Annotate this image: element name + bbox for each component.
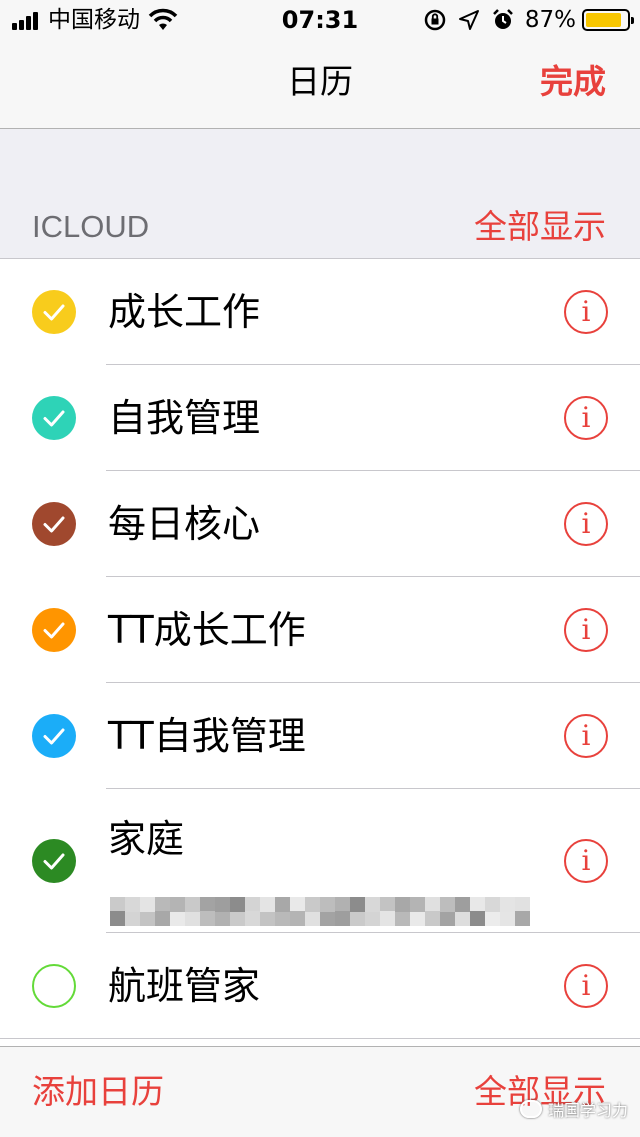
- calendar-row[interactable]: 成长工作 i: [0, 259, 640, 365]
- calendar-row[interactable]: 自我管理 i: [0, 365, 640, 471]
- calendar-name: TT成长工作: [108, 608, 306, 652]
- calendar-name: 每日核心: [108, 502, 261, 546]
- info-icon[interactable]: i: [564, 839, 608, 883]
- calendar-checkmark-icon[interactable]: [32, 290, 76, 334]
- calendar-row[interactable]: TT自我管理 i: [0, 683, 640, 789]
- battery-icon: [582, 9, 634, 31]
- watermark-text: 瑞国学习力: [547, 1101, 628, 1120]
- done-button[interactable]: 完成: [540, 62, 606, 102]
- calendar-checkmark-icon[interactable]: [32, 396, 76, 440]
- alarm-icon: [492, 9, 513, 29]
- bottom-toolbar: 添加日历 全部显示 瑞国学习力: [0, 1046, 640, 1137]
- location-arrow-icon: [458, 10, 479, 30]
- battery-level: [586, 13, 621, 27]
- calendar-name: 成长工作: [108, 290, 261, 334]
- info-icon[interactable]: i: [564, 714, 608, 758]
- status-right: 87%: [423, 7, 634, 33]
- calendar-name: TT自我管理: [108, 714, 306, 758]
- calendar-name: 航班管家: [108, 964, 261, 1008]
- navigation-bar: 日历 完成: [0, 40, 640, 129]
- info-icon[interactable]: i: [564, 290, 608, 334]
- info-icon[interactable]: i: [564, 608, 608, 652]
- calendar-list: 成长工作 i 自我管理 i 每日核心 i TT成长工作 i TT自我管理 i 家庭 i 航班管家 i: [0, 259, 640, 1039]
- orientation-lock-icon: [424, 9, 446, 31]
- battery-percentage: 87%: [524, 7, 576, 33]
- section-show-all-button[interactable]: 全部显示: [474, 206, 606, 248]
- calendar-unchecked-circle-icon[interactable]: [32, 964, 76, 1008]
- add-calendar-button[interactable]: 添加日历: [32, 1071, 164, 1113]
- calendar-name: 自我管理: [108, 396, 261, 440]
- blurred-subtitle: [110, 897, 530, 927]
- calendar-row[interactable]: 每日核心 i: [0, 471, 640, 577]
- calendar-checkmark-icon[interactable]: [32, 714, 76, 758]
- status-bar: 中国移动 07:31 87%: [0, 0, 640, 40]
- calendar-row[interactable]: 航班管家 i: [0, 933, 640, 1039]
- calendar-row[interactable]: 家庭 i: [0, 789, 640, 933]
- calendar-name: 家庭: [108, 817, 185, 861]
- calendar-checkmark-icon[interactable]: [32, 502, 76, 546]
- calendar-checkmark-icon[interactable]: [32, 839, 76, 883]
- calendar-row[interactable]: TT成长工作 i: [0, 577, 640, 683]
- section-title: ICLOUD: [32, 209, 150, 244]
- info-icon[interactable]: i: [564, 502, 608, 546]
- row-divider: [0, 1038, 640, 1039]
- wechat-icon: [519, 1100, 542, 1118]
- calendar-checkmark-icon[interactable]: [32, 608, 76, 652]
- info-icon[interactable]: i: [564, 396, 608, 440]
- watermark: 瑞国学习力: [519, 1097, 628, 1121]
- info-icon[interactable]: i: [564, 964, 608, 1008]
